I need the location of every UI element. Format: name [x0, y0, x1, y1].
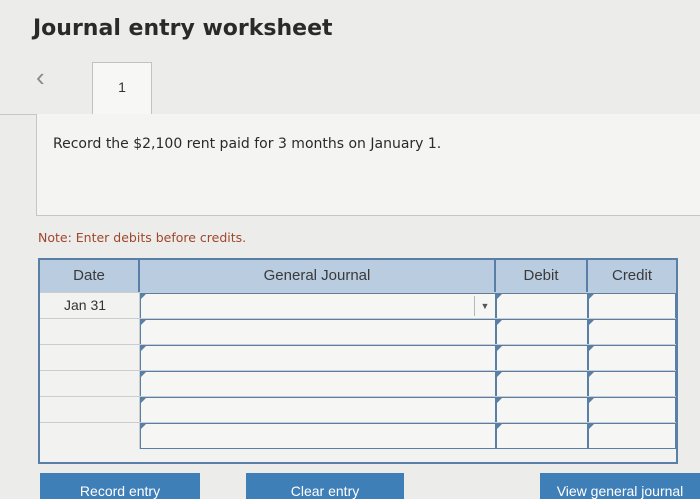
journal-table: Date General Journal Debit Credit Jan 31… — [38, 258, 678, 464]
page-title: Journal entry worksheet — [33, 16, 333, 41]
date-cell — [40, 423, 140, 449]
prompt-panel: Record the $2,100 rent paid for 3 months… — [36, 114, 700, 216]
date-cell: Jan 31 — [40, 293, 140, 319]
debit-input[interactable] — [496, 293, 588, 319]
debit-input[interactable] — [496, 423, 588, 449]
credit-input[interactable] — [588, 397, 676, 423]
header-debit: Debit — [496, 260, 588, 292]
account-input[interactable] — [140, 371, 496, 397]
account-input[interactable] — [140, 423, 496, 449]
account-select[interactable]: ▼ — [140, 293, 496, 319]
date-cell — [40, 371, 140, 397]
date-cell — [40, 345, 140, 371]
debit-input[interactable] — [496, 345, 588, 371]
account-input[interactable] — [140, 397, 496, 423]
back-button[interactable]: ‹ — [36, 64, 45, 90]
tab-1[interactable]: 1 — [92, 62, 152, 114]
debit-input[interactable] — [496, 319, 588, 345]
date-cell — [40, 397, 140, 423]
table-row: Jan 31 ▼ — [40, 292, 676, 319]
debit-input[interactable] — [496, 371, 588, 397]
prompt-text: Record the $2,100 rent paid for 3 months… — [53, 136, 442, 152]
credit-input[interactable] — [588, 423, 676, 449]
credit-input[interactable] — [588, 345, 676, 371]
credit-input[interactable] — [588, 371, 676, 397]
debit-input[interactable] — [496, 397, 588, 423]
header-date: Date — [40, 260, 140, 292]
view-general-journal-button[interactable]: View general journal — [540, 473, 700, 499]
credit-input[interactable] — [588, 319, 676, 345]
table-row — [40, 318, 676, 345]
chevron-left-icon: ‹ — [36, 62, 45, 92]
header-general-journal: General Journal — [140, 260, 496, 292]
header-credit: Credit — [611, 267, 652, 284]
note-text: Note: Enter debits before credits. — [38, 230, 247, 245]
tab-label: 1 — [118, 79, 126, 95]
record-entry-button[interactable]: Record entry — [40, 473, 200, 499]
credit-input[interactable] — [588, 293, 676, 319]
table-row — [40, 344, 676, 371]
date-cell — [40, 319, 140, 345]
journal-header: Date General Journal Debit Credit — [40, 260, 676, 292]
account-input[interactable] — [140, 319, 496, 345]
account-input[interactable] — [140, 345, 496, 371]
clear-entry-button[interactable]: Clear entry — [246, 473, 404, 499]
table-row — [40, 422, 676, 449]
table-row — [40, 396, 676, 423]
caret-down-icon[interactable]: ▼ — [474, 296, 495, 316]
table-row — [40, 370, 676, 397]
